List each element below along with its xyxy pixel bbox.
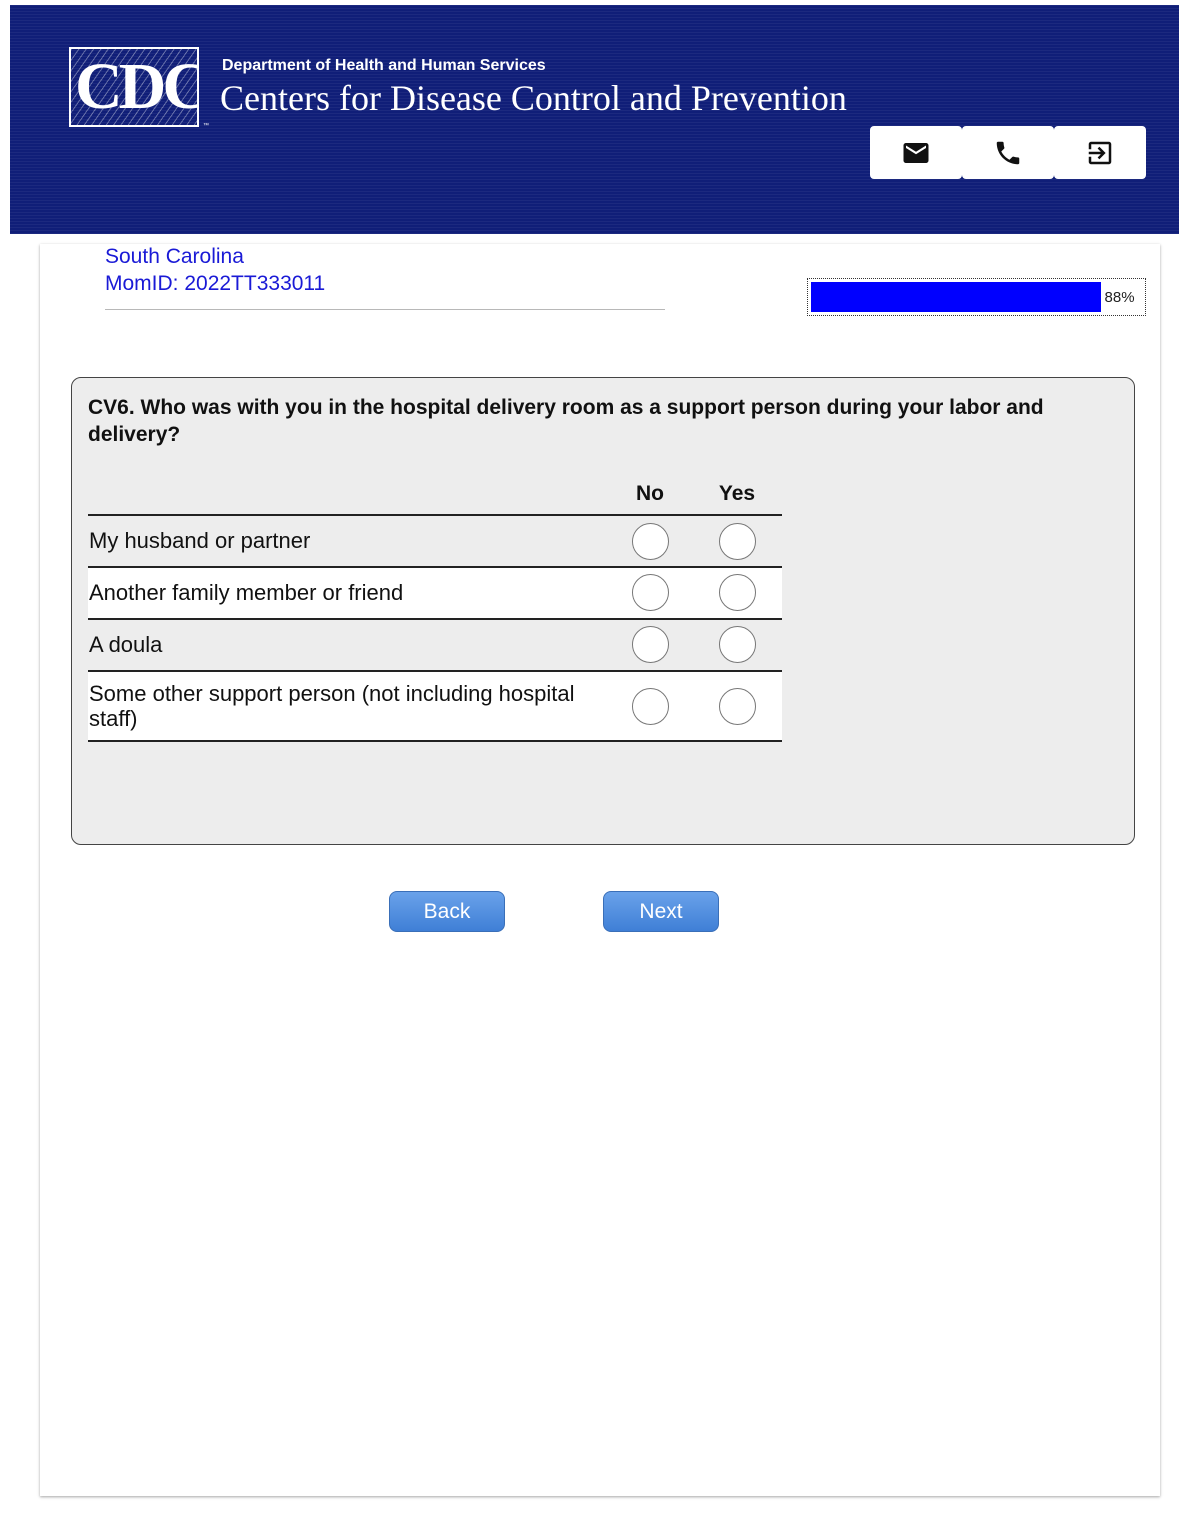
state-name: South Carolina (105, 245, 244, 268)
table-row: A doula (88, 620, 782, 672)
exit-icon (1088, 141, 1112, 164)
cdc-logo-text: CDC (75, 50, 199, 123)
back-button[interactable]: Back (389, 891, 505, 932)
grid-header: No Yes (88, 478, 782, 516)
trademark-mark: ™ (203, 123, 209, 129)
radio-yes-other-support[interactable] (719, 688, 756, 725)
site-header: CDC ™ Department of Health and Human Ser… (10, 5, 1179, 234)
radio-no-family-friend[interactable] (632, 574, 669, 611)
column-header-no: No (636, 482, 664, 505)
table-row: Another family member or friend (88, 568, 782, 620)
row-label: Some other support person (not including… (89, 681, 575, 731)
progress-fill (811, 282, 1101, 312)
response-grid: No Yes My husband or partner Another fam… (88, 478, 782, 742)
survey-card: South Carolina MomID: 2022TT333011 88% C… (40, 244, 1160, 1496)
progress-bar: 88% (807, 278, 1146, 316)
mom-id: MomID: 2022TT333011 (105, 272, 326, 295)
table-row: My husband or partner (88, 516, 782, 568)
row-label: A doula (89, 632, 163, 657)
phone-icon (996, 141, 1020, 164)
radio-yes-doula[interactable] (719, 626, 756, 663)
radio-no-other-support[interactable] (632, 688, 669, 725)
mail-icon (903, 142, 929, 163)
email-button[interactable] (870, 126, 962, 179)
radio-yes-family-friend[interactable] (719, 574, 756, 611)
row-label: Another family member or friend (89, 580, 404, 605)
progress-label: 88% (1104, 288, 1135, 306)
divider (105, 309, 665, 310)
cdc-logo: CDC (69, 47, 199, 127)
row-label: My husband or partner (89, 528, 311, 553)
department-name: Department of Health and Human Services (222, 57, 546, 74)
phone-button[interactable] (962, 126, 1054, 179)
radio-no-husband-partner[interactable] (632, 523, 669, 560)
question-panel: CV6. Who was with you in the hospital de… (71, 377, 1135, 845)
exit-button[interactable] (1054, 126, 1146, 179)
radio-yes-husband-partner[interactable] (719, 523, 756, 560)
next-button[interactable]: Next (603, 891, 719, 932)
question-text: CV6. Who was with you in the hospital de… (88, 396, 1044, 446)
radio-no-doula[interactable] (632, 626, 669, 663)
table-row: Some other support person (not including… (88, 672, 782, 742)
agency-name: Centers for Disease Control and Preventi… (220, 78, 847, 118)
column-header-yes: Yes (718, 482, 756, 505)
